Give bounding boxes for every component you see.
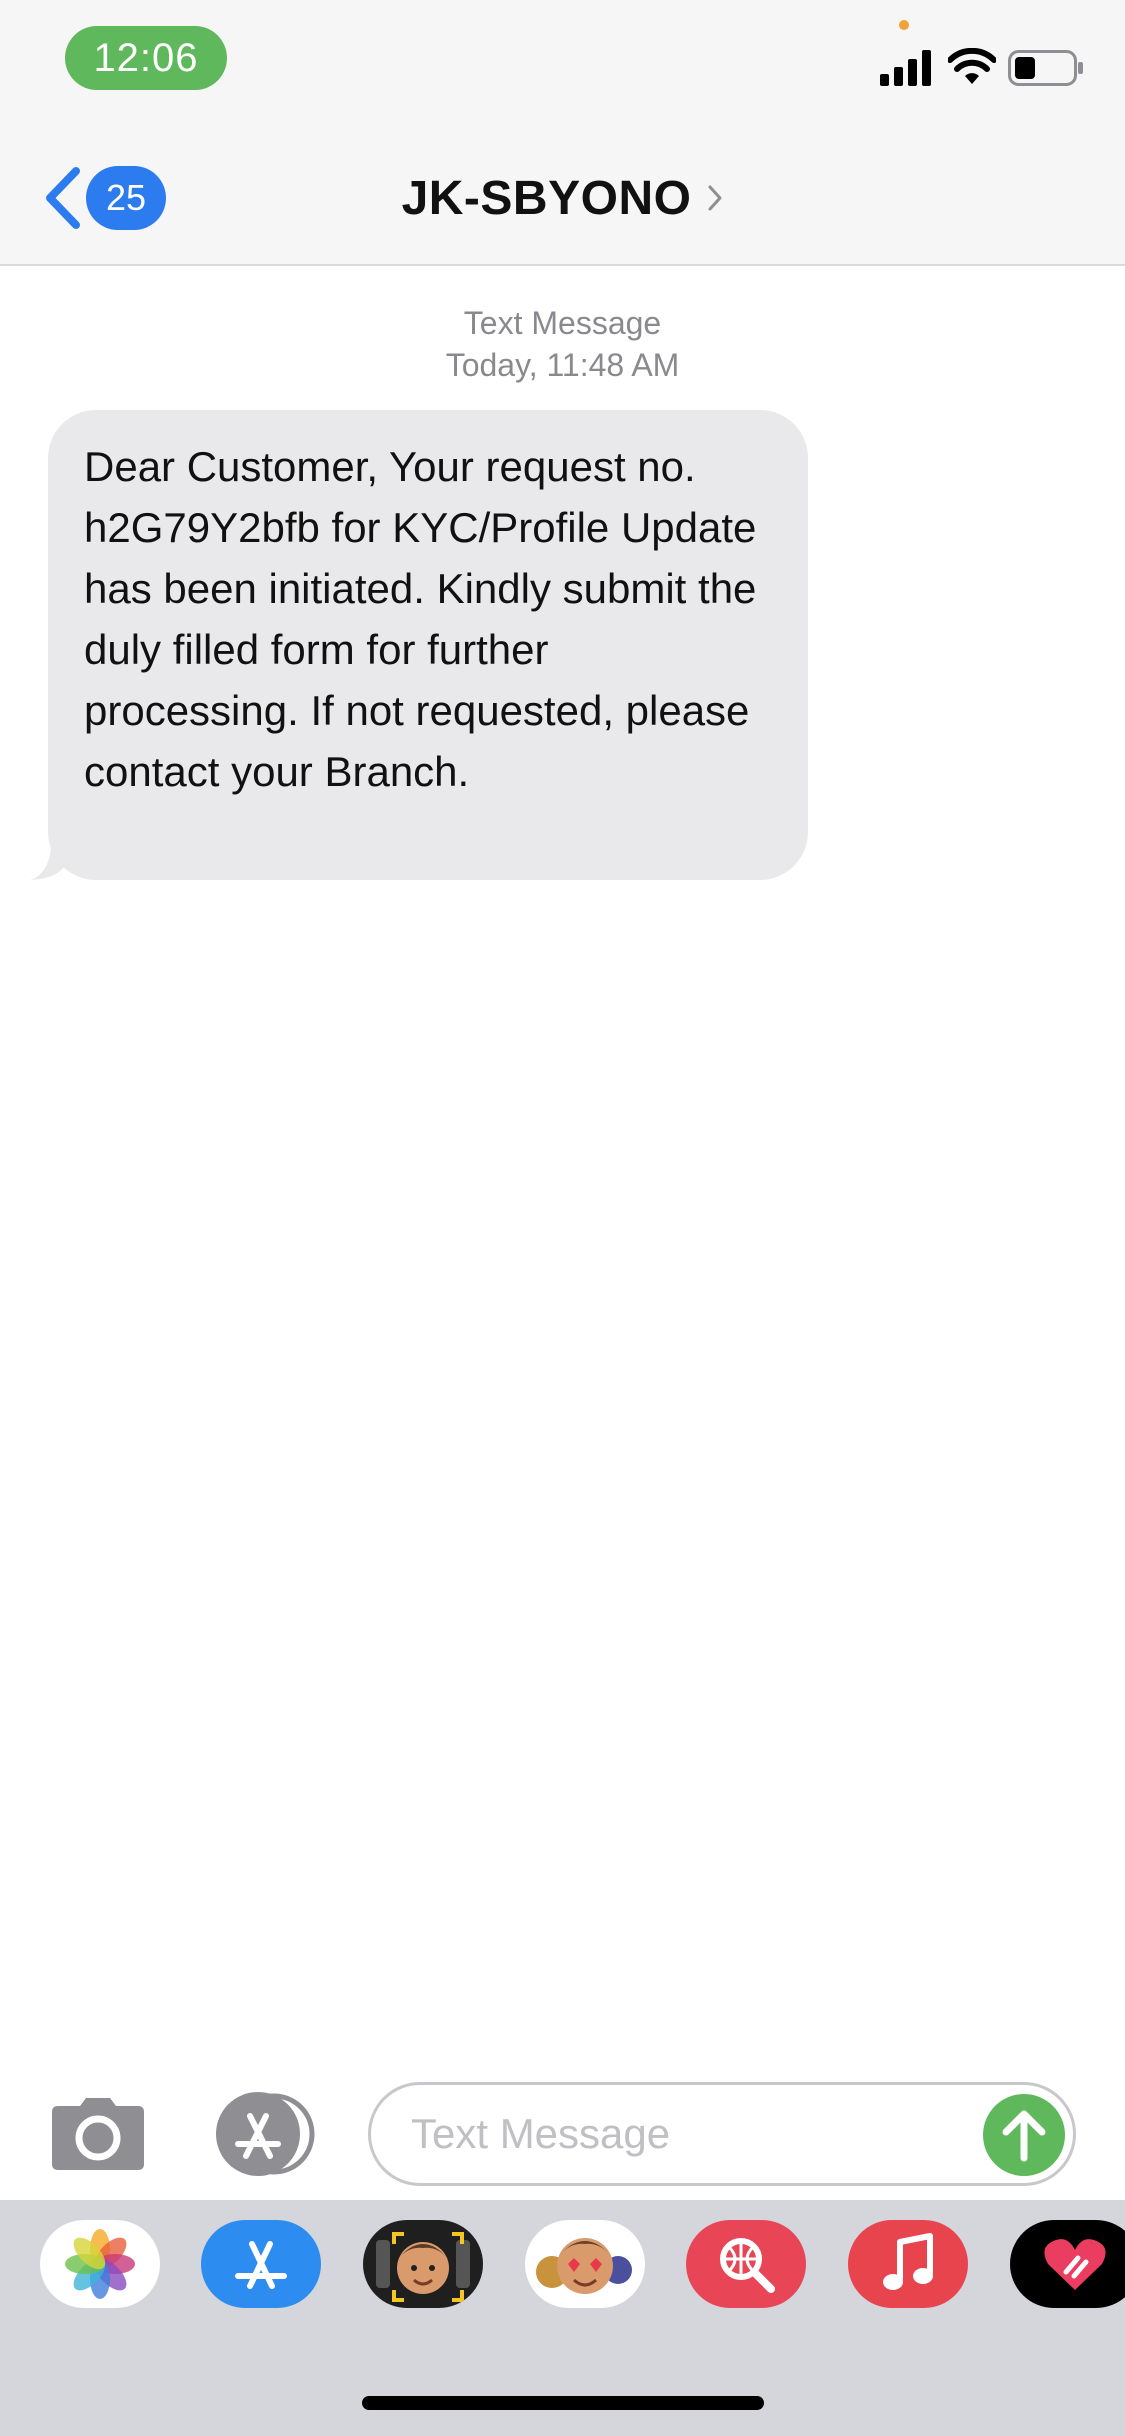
battery-icon (1008, 50, 1083, 86)
camera-icon[interactable] (50, 2096, 146, 2172)
photos-icon[interactable] (40, 2220, 160, 2308)
mic-in-use-indicator (899, 20, 909, 30)
digital-touch-icon[interactable] (1010, 2220, 1125, 2308)
web-images-icon[interactable] (686, 2220, 806, 2308)
home-indicator[interactable] (362, 2396, 764, 2410)
status-time[interactable]: 12:06 (65, 26, 227, 90)
message-timestamp: Today, 11:48 AM (445, 347, 680, 383)
chevron-right-icon (708, 185, 722, 211)
app-store-icon[interactable] (201, 2220, 321, 2308)
app-store-apps-icon[interactable] (208, 2092, 318, 2176)
animoji-stickers-icon[interactable] (525, 2220, 645, 2308)
incoming-message-bubble[interactable]: Dear Customer, Your request no. h2G79Y2b… (48, 410, 808, 880)
message-meta: Text Message Today, 11:48 AM (0, 302, 1125, 386)
memoji-icon[interactable] (363, 2220, 483, 2308)
send-button[interactable] (983, 2094, 1065, 2176)
top-bar: 12:06 25 JK-SBYONO (0, 0, 1125, 266)
message-input[interactable] (409, 2109, 1073, 2159)
arrow-up-icon (1002, 2110, 1046, 2162)
contact-name: JK-SBYONO (401, 171, 692, 225)
cellular-signal-icon (880, 50, 931, 86)
music-icon[interactable] (848, 2220, 968, 2308)
message-type-label: Text Message (463, 305, 662, 341)
wifi-icon (948, 48, 996, 84)
contact-header[interactable]: JK-SBYONO (0, 160, 1125, 236)
message-composer[interactable] (368, 2082, 1076, 2186)
